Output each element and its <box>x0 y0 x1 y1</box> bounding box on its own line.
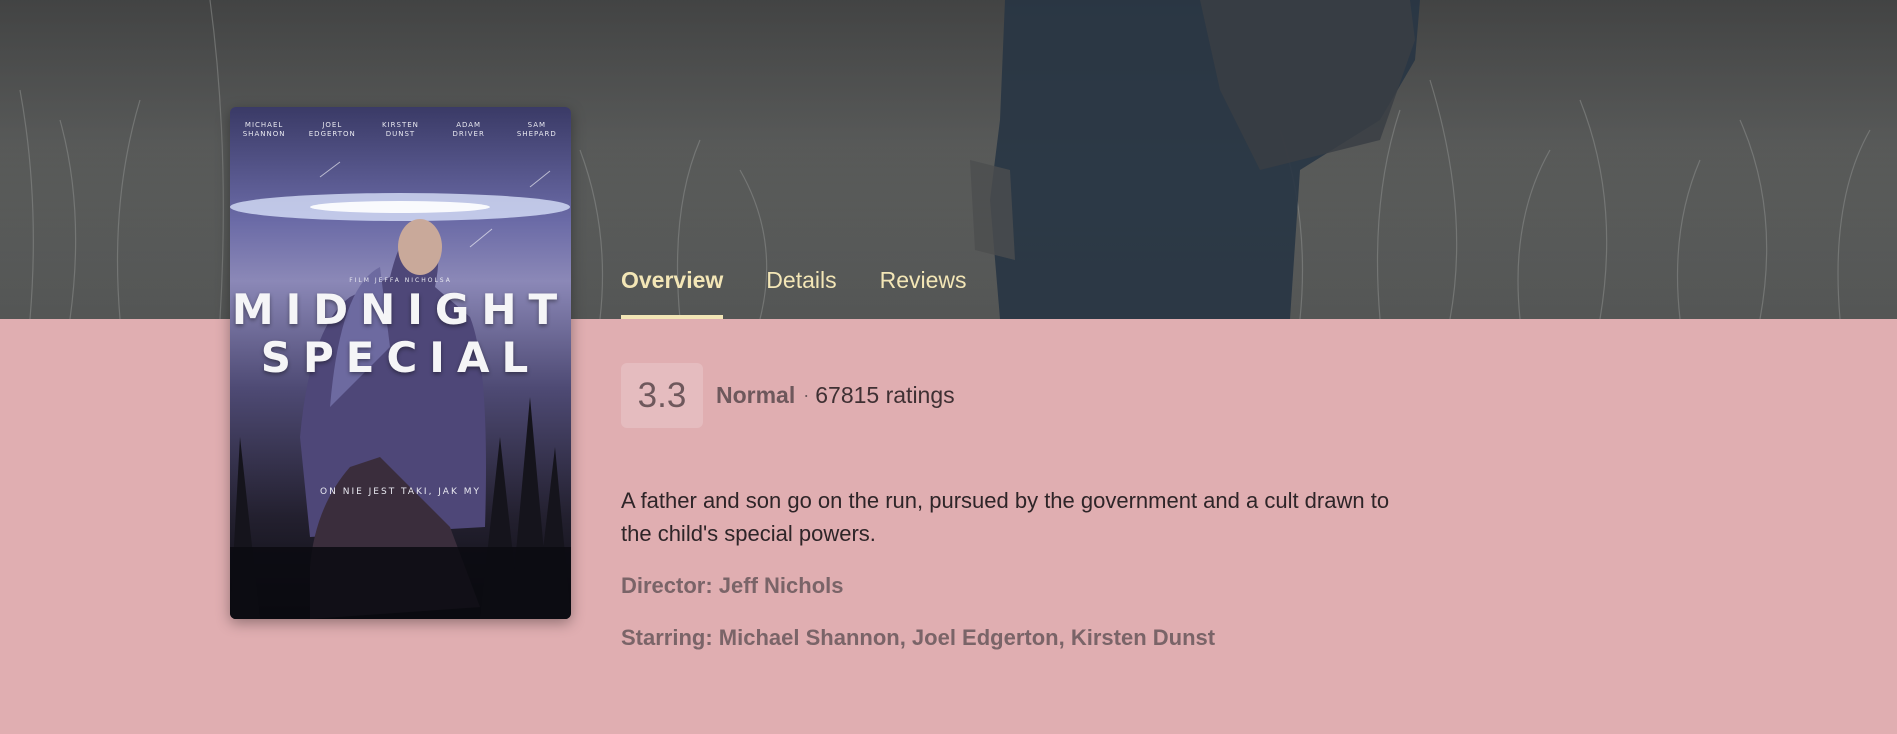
poster-cast-name: JOEL EDGERTON <box>308 121 356 138</box>
poster-tagline: ON NIE JEST TAKI, JAK MY <box>320 487 481 497</box>
tab-bar: Overview Details Reviews <box>621 262 967 319</box>
rating-separator: · <box>803 385 810 405</box>
rating-score: 3.3 <box>621 363 703 428</box>
poster-cast-name: MICHAEL SHANNON <box>242 121 286 138</box>
movie-poster: MICHAEL SHANNON JOEL EDGERTON KIRSTEN DU… <box>230 107 571 619</box>
movie-detail-page: MICHAEL SHANNON JOEL EDGERTON KIRSTEN DU… <box>0 0 1897 734</box>
poster-cast-name: ADAM DRIVER <box>452 121 485 138</box>
starring-line: Starring: Michael Shannon, Joel Edgerton… <box>621 625 1216 650</box>
poster-title-line2: SPECIAL <box>260 333 541 382</box>
poster-director-credit: FILM JEFFA NICHOLSA <box>349 277 452 284</box>
tab-details[interactable]: Details <box>766 262 836 319</box>
poster-cast-name: SAM SHEPARD <box>516 121 557 138</box>
poster-title-line1: MIDNIGHT <box>231 285 570 334</box>
director-line: Director: Jeff Nichols <box>621 573 844 598</box>
overview-text: A father and son go on the run, pursued … <box>621 488 1390 546</box>
tab-reviews[interactable]: Reviews <box>880 262 967 319</box>
poster-cast-credits: MICHAEL SHANNON JOEL EDGERTON KIRSTEN DU… <box>230 121 571 139</box>
tab-overview[interactable]: Overview <box>621 262 724 319</box>
rating-summary: 3.3 Normal · 67815 ratings <box>621 363 955 428</box>
rating-count: 67815 ratings <box>815 382 955 408</box>
poster-cast-name: KIRSTEN DUNST <box>382 121 419 138</box>
rating-label: Normal <box>716 382 796 408</box>
